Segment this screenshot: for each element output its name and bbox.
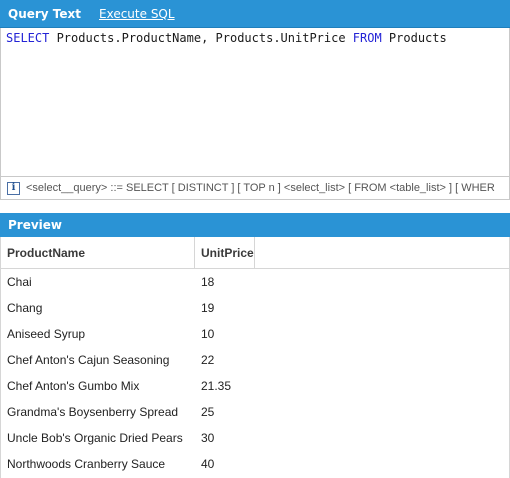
grid-header-row: ProductName UnitPrice xyxy=(1,237,509,269)
cell-productname: Chai xyxy=(7,275,32,289)
sql-editor[interactable]: SELECT Products.ProductName, Products.Un… xyxy=(0,28,510,176)
preview-header: Preview xyxy=(0,213,510,237)
sql-token: Products.ProductName, Products.UnitPrice xyxy=(49,31,353,45)
cell-unitprice: 25 xyxy=(201,405,215,419)
sql-token: SELECT xyxy=(6,31,50,45)
column-header-unitprice[interactable]: UnitPrice xyxy=(195,237,255,268)
query-toolbar: Query Text Execute SQL xyxy=(0,0,510,28)
cell-productname: Aniseed Syrup xyxy=(7,327,86,341)
table-row[interactable]: Chai 18 xyxy=(1,269,509,295)
cell-productname: Chef Anton's Cajun Seasoning xyxy=(7,353,170,367)
cell-productname: Chef Anton's Gumbo Mix xyxy=(7,379,140,393)
cell-unitprice: 22 xyxy=(201,353,215,367)
cell-productname: Chang xyxy=(7,301,43,315)
preview-grid: ProductName UnitPrice Chai 18 Chang 19 Anise… xyxy=(0,237,510,478)
cell-productname: Grandma's Boysenberry Spread xyxy=(7,405,179,419)
cell-unitprice: 19 xyxy=(201,301,215,315)
syntax-hint-text: <select__query> ::= SELECT [ DISTINCT ] … xyxy=(26,182,495,194)
table-row[interactable]: Chang 19 xyxy=(1,295,509,321)
sql-token: Products xyxy=(381,31,447,45)
cell-unitprice: 30 xyxy=(201,431,215,445)
table-row[interactable]: Chef Anton's Cajun Seasoning 22 xyxy=(1,347,509,373)
tab-execute-sql[interactable]: Execute SQL xyxy=(91,7,183,21)
sql-token: FROM xyxy=(352,31,382,45)
cell-unitprice: 18 xyxy=(201,275,215,289)
cell-productname: Northwoods Cranberry Sauce xyxy=(7,457,166,471)
syntax-hint-bar: i <select__query> ::= SELECT [ DISTINCT … xyxy=(0,176,510,200)
tab-query-text[interactable]: Query Text xyxy=(0,7,89,21)
cell-productname: Uncle Bob's Organic Dried Pears xyxy=(7,431,183,445)
cell-unitprice: 40 xyxy=(201,457,215,471)
table-row[interactable]: Grandma's Boysenberry Spread 25 xyxy=(1,399,509,425)
table-row[interactable]: Chef Anton's Gumbo Mix 21.35 xyxy=(1,373,509,399)
info-icon: i xyxy=(7,181,20,195)
cell-unitprice: 10 xyxy=(201,327,215,341)
grid-body: Chai 18 Chang 19 Aniseed Syrup 10 Chef Anton's… xyxy=(1,269,509,477)
table-row[interactable]: Aniseed Syrup 10 xyxy=(1,321,509,347)
table-row[interactable]: Northwoods Cranberry Sauce 40 xyxy=(1,451,509,477)
cell-unitprice: 21.35 xyxy=(201,379,232,393)
column-header-productname[interactable]: ProductName xyxy=(1,237,195,268)
table-row[interactable]: Uncle Bob's Organic Dried Pears 30 xyxy=(1,425,509,451)
